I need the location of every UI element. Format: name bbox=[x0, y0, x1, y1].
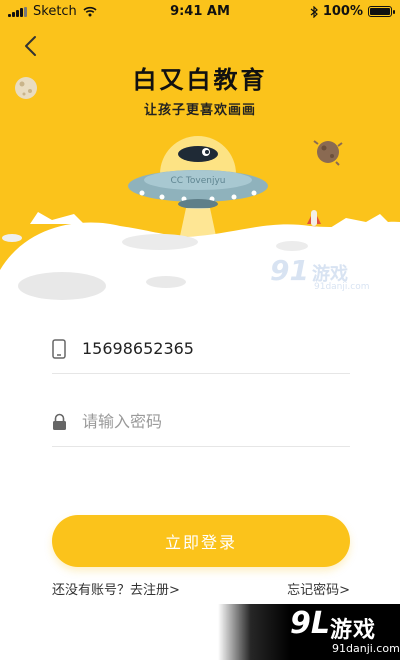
asteroid-right-icon bbox=[313, 140, 343, 166]
ufo-sign-text: CC Tovenjyu bbox=[170, 176, 225, 186]
chevron-left-icon[interactable] bbox=[18, 32, 46, 60]
watermark-corner-url: 91danji.com bbox=[332, 642, 400, 655]
password-field bbox=[52, 397, 350, 447]
status-right: 100% bbox=[310, 4, 395, 19]
lock-icon bbox=[52, 410, 82, 434]
watermark-corner: 9L 游戏 91danji.com bbox=[218, 604, 400, 660]
watermark-top: 91 游戏 91danji.com bbox=[270, 254, 380, 300]
battery-icon bbox=[368, 6, 395, 17]
forgot-password-link[interactable]: 忘记密码> bbox=[287, 579, 350, 598]
password-input[interactable] bbox=[82, 412, 332, 431]
ufo-icon: CC Tovenjyu bbox=[128, 136, 268, 236]
login-button[interactable]: 立即登录 bbox=[52, 515, 350, 567]
status-bar: Sketch 9:41 AM 100% bbox=[0, 0, 400, 24]
register-link[interactable]: 还没有账号？去注册> bbox=[52, 579, 180, 598]
phone-field bbox=[52, 324, 350, 374]
watermark-top-logo: 91 bbox=[270, 254, 309, 287]
brand-subtitle: 让孩子更喜欢画画 bbox=[143, 103, 256, 118]
battery-percent: 100% bbox=[322, 4, 363, 19]
phone-input[interactable] bbox=[82, 339, 332, 358]
phone-icon bbox=[52, 337, 82, 361]
brand-title: 白又白教育 bbox=[132, 66, 268, 94]
battery-fill bbox=[370, 8, 390, 15]
watermark-corner-logo: 9L bbox=[290, 606, 330, 641]
watermark-corner-name: 游戏 bbox=[330, 618, 377, 643]
login-screen: CC Tovenjyu Sketch 9:41 AM 100% 白又白教育 让孩… bbox=[0, 0, 400, 660]
bluetooth-icon bbox=[310, 5, 318, 18]
watermark-top-url: 91danji.com bbox=[314, 282, 370, 292]
